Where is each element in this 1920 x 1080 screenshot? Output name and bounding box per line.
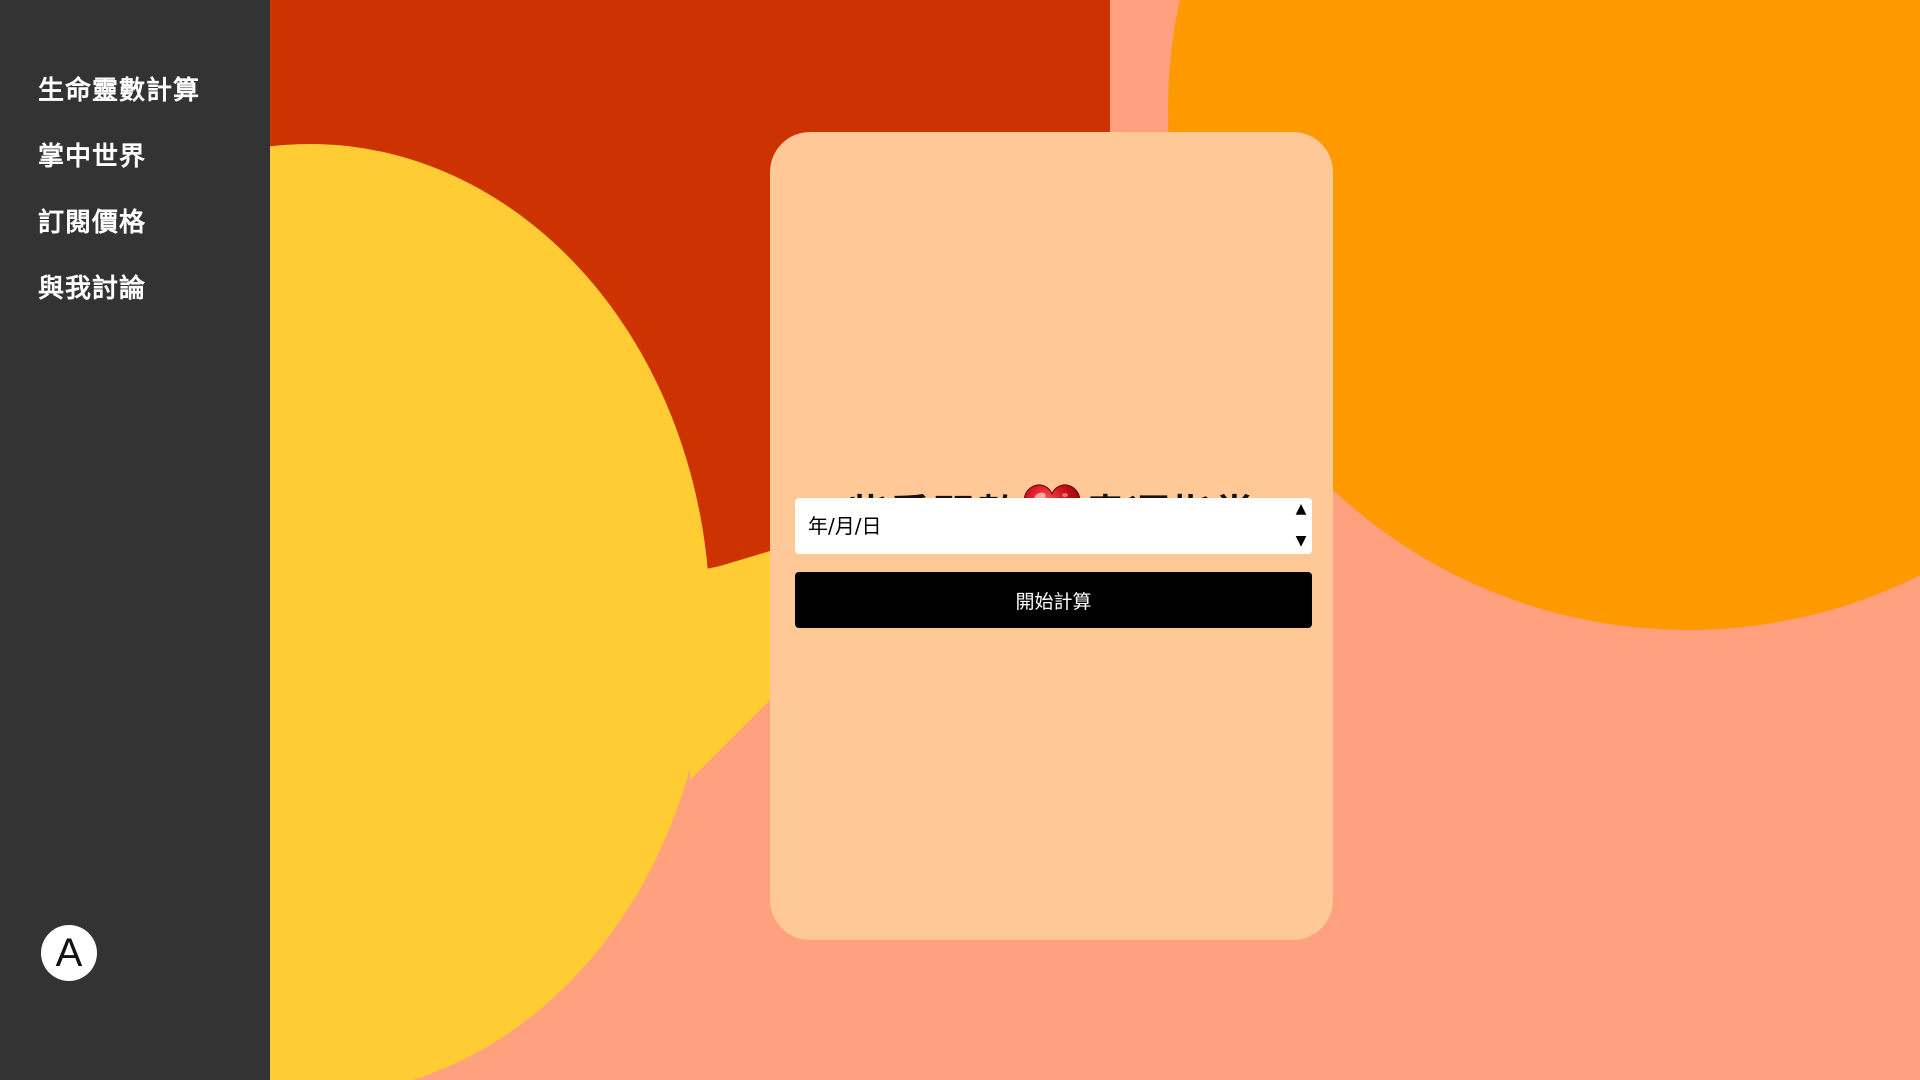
sidebar-item-palm-world[interactable]: 掌中世界 [38, 136, 200, 202]
sidebar-item-pricing[interactable]: 訂閱價格 [38, 202, 200, 268]
sidebar: 生命靈數計算 掌中世界 訂閱價格 與我討論 A [0, 0, 270, 1080]
avatar[interactable]: A [41, 925, 97, 981]
page: 生命靈數計算 掌中世界 訂閱價格 與我討論 A 紫喬問數 [0, 0, 1920, 1080]
sidebar-nav: 生命靈數計算 掌中世界 訂閱價格 與我討論 [38, 70, 200, 334]
calculator-card: 紫喬問數 盡運指掌 年/月/日 ▲ ▼ 開始計算 [770, 132, 1333, 940]
birth-date-input[interactable]: 年/月/日 ▲ ▼ [795, 498, 1312, 554]
sidebar-item-life-number[interactable]: 生命靈數計算 [38, 70, 200, 136]
sidebar-item-discuss[interactable]: 與我討論 [38, 268, 200, 334]
date-input-value[interactable]: 年/月/日 [808, 498, 881, 554]
triangle-down-icon[interactable]: ▼ [1294, 534, 1308, 548]
triangle-up-icon[interactable]: ▲ [1294, 502, 1308, 516]
avatar-letter: A [55, 931, 83, 975]
start-calculation-button[interactable]: 開始計算 [795, 572, 1312, 628]
